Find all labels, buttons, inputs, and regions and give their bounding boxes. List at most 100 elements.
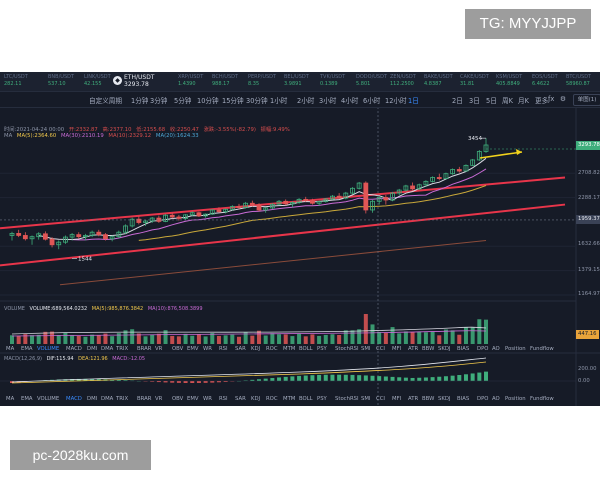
timeframe-18[interactable]: 月K [518, 95, 529, 105]
ticker-xrp[interactable]: XRP/USDT 1.4390 [178, 74, 214, 88]
tab-dmi[interactable]: DMI [87, 346, 97, 352]
timeframe-0[interactable]: 自定义周期 [89, 95, 122, 105]
tab-ma[interactable]: MA [6, 346, 14, 352]
tab-kdj[interactable]: KDJ [251, 396, 260, 402]
tab-skdj[interactable]: SKDJ [438, 396, 450, 402]
tab-mtm[interactable]: MTM [283, 396, 295, 402]
ticker-bnb[interactable]: BNB/USDT 537.10 [48, 74, 84, 88]
tab-sar[interactable]: SAR [235, 396, 246, 402]
tab-fundflow[interactable]: Fundflow [530, 396, 554, 402]
ticker-eth[interactable]: ◆ ETH/USDT 3293.78 [113, 74, 184, 88]
ticker-btc[interactable]: BTC/USDT 58960.87 [566, 74, 600, 88]
tab-volume[interactable]: VOLUME [37, 396, 59, 402]
tab-ema[interactable]: EMA [21, 396, 33, 402]
tab-brar[interactable]: BRAR [137, 346, 151, 352]
tab-wr[interactable]: WR [203, 346, 212, 352]
timeframe-3[interactable]: 5分钟 [174, 95, 191, 105]
timeframe-4[interactable]: 10分钟 [197, 95, 219, 105]
tab-macd[interactable]: MACD [66, 346, 82, 352]
ticker-bch[interactable]: BCH/USDT 988.17 [212, 74, 248, 88]
indicator-icon[interactable]: ƒx [548, 95, 554, 103]
timeframe-5[interactable]: 15分钟 [222, 95, 244, 105]
tab-emv[interactable]: EMV [187, 346, 199, 352]
timeframe-14[interactable]: 2日 [452, 95, 463, 105]
tab-bbw[interactable]: BBW [422, 346, 434, 352]
timeframe-9[interactable]: 3小时 [319, 95, 336, 105]
tab-roc[interactable]: ROC [266, 396, 278, 402]
tab-ao[interactable]: AO [492, 396, 500, 402]
tab-bias[interactable]: BIAS [457, 346, 469, 352]
tab-dpo[interactable]: DPO [477, 396, 488, 402]
tab-volume[interactable]: VOLUME [37, 346, 59, 352]
tab-position[interactable]: Position [505, 346, 526, 352]
tab-bias[interactable]: BIAS [457, 396, 469, 402]
tab-cci[interactable]: CCI [376, 396, 385, 402]
tab-stochrsi[interactable]: StochRSI [335, 346, 359, 352]
ticker-dodo[interactable]: DODO/USDT 5.801 [356, 74, 392, 88]
tab-dmi[interactable]: DMI [87, 396, 97, 402]
timeframe-8[interactable]: 2小时 [297, 95, 314, 105]
timeframe-11[interactable]: 6小时 [363, 95, 380, 105]
timeframe-12[interactable]: 12小时 [385, 95, 407, 105]
tab-cci[interactable]: CCI [376, 346, 385, 352]
tab-sar[interactable]: SAR [235, 346, 246, 352]
ticker-bel[interactable]: BEL/USDT 3.9891 [284, 74, 320, 88]
tab-dpo[interactable]: DPO [477, 346, 488, 352]
tab-boll[interactable]: BOLL [299, 396, 313, 402]
tab-stochrsi[interactable]: StochRSI [335, 396, 359, 402]
tab-rsi[interactable]: RSI [219, 396, 228, 402]
tab-kdj[interactable]: KDJ [251, 346, 260, 352]
tab-psy[interactable]: PSY [317, 396, 327, 402]
tab-emv[interactable]: EMV [187, 396, 199, 402]
tab-rsi[interactable]: RSI [219, 346, 228, 352]
settings-icon[interactable]: ⚙ [560, 95, 566, 103]
timeframe-1[interactable]: 1分钟 [131, 95, 148, 105]
tab-obv[interactable]: OBV [172, 396, 183, 402]
tab-skdj[interactable]: SKDJ [438, 346, 450, 352]
tab-ma[interactable]: MA [6, 396, 14, 402]
ticker-bake[interactable]: BAKE/USDT 4.8387 [424, 74, 460, 88]
ticker-ltc[interactable]: LTC/USDT 282.11 [4, 74, 40, 88]
tab-boll[interactable]: BOLL [299, 346, 313, 352]
tab-trix[interactable]: TRIX [116, 346, 128, 352]
tab-position[interactable]: Position [505, 396, 526, 402]
tab-atr[interactable]: ATR [408, 346, 418, 352]
tab-mfi[interactable]: MFI [392, 346, 401, 352]
tab-fundflow[interactable]: Fundflow [530, 346, 554, 352]
tab-ao[interactable]: AO [492, 346, 500, 352]
timeframe-2[interactable]: 3分钟 [150, 95, 167, 105]
tab-dma[interactable]: DMA [101, 346, 113, 352]
tab-trix[interactable]: TRIX [116, 396, 128, 402]
tab-mtm[interactable]: MTM [283, 346, 295, 352]
tab-psy[interactable]: PSY [317, 346, 327, 352]
ticker-ksm[interactable]: KSM/USDT 405.8849 [496, 74, 532, 88]
tab-mfi[interactable]: MFI [392, 396, 401, 402]
tab-atr[interactable]: ATR [408, 396, 418, 402]
tab-dma[interactable]: DMA [101, 396, 113, 402]
tab-macd[interactable]: MACD [66, 396, 82, 402]
timeframe-13[interactable]: 1日 [408, 95, 419, 105]
tab-vr[interactable]: VR [155, 396, 162, 402]
timeframe-16[interactable]: 5日 [486, 95, 497, 105]
tab-roc[interactable]: ROC [266, 346, 278, 352]
tab-obv[interactable]: OBV [172, 346, 183, 352]
tab-vr[interactable]: VR [155, 346, 162, 352]
tab-smi[interactable]: SMI [361, 396, 371, 402]
timeframe-15[interactable]: 3日 [469, 95, 480, 105]
ticker-tvk[interactable]: TVK/USDT 0.1389 [320, 74, 356, 88]
ticker-eos[interactable]: EOS/USDT 6.4622 [532, 74, 568, 88]
ma-label[interactable]: MA [4, 133, 12, 139]
macd-label[interactable]: MACD(12,26,9) [4, 356, 42, 362]
tab-bbw[interactable]: BBW [422, 396, 434, 402]
timeframe-17[interactable]: 周K [502, 95, 513, 105]
layout-select[interactable]: 单图(1) [573, 94, 600, 106]
tab-ema[interactable]: EMA [21, 346, 33, 352]
ticker-zen[interactable]: ZEN/USDT 112.2500 [390, 74, 426, 88]
timeframe-7[interactable]: 1小时 [270, 95, 287, 105]
tab-brar[interactable]: BRAR [137, 396, 151, 402]
ticker-cake[interactable]: CAKE/USDT 31.81 [460, 74, 496, 88]
tab-wr[interactable]: WR [203, 396, 212, 402]
timeframe-6[interactable]: 30分钟 [246, 95, 268, 105]
volume-label[interactable]: VOLUME [4, 306, 25, 312]
timeframe-10[interactable]: 4小时 [341, 95, 358, 105]
